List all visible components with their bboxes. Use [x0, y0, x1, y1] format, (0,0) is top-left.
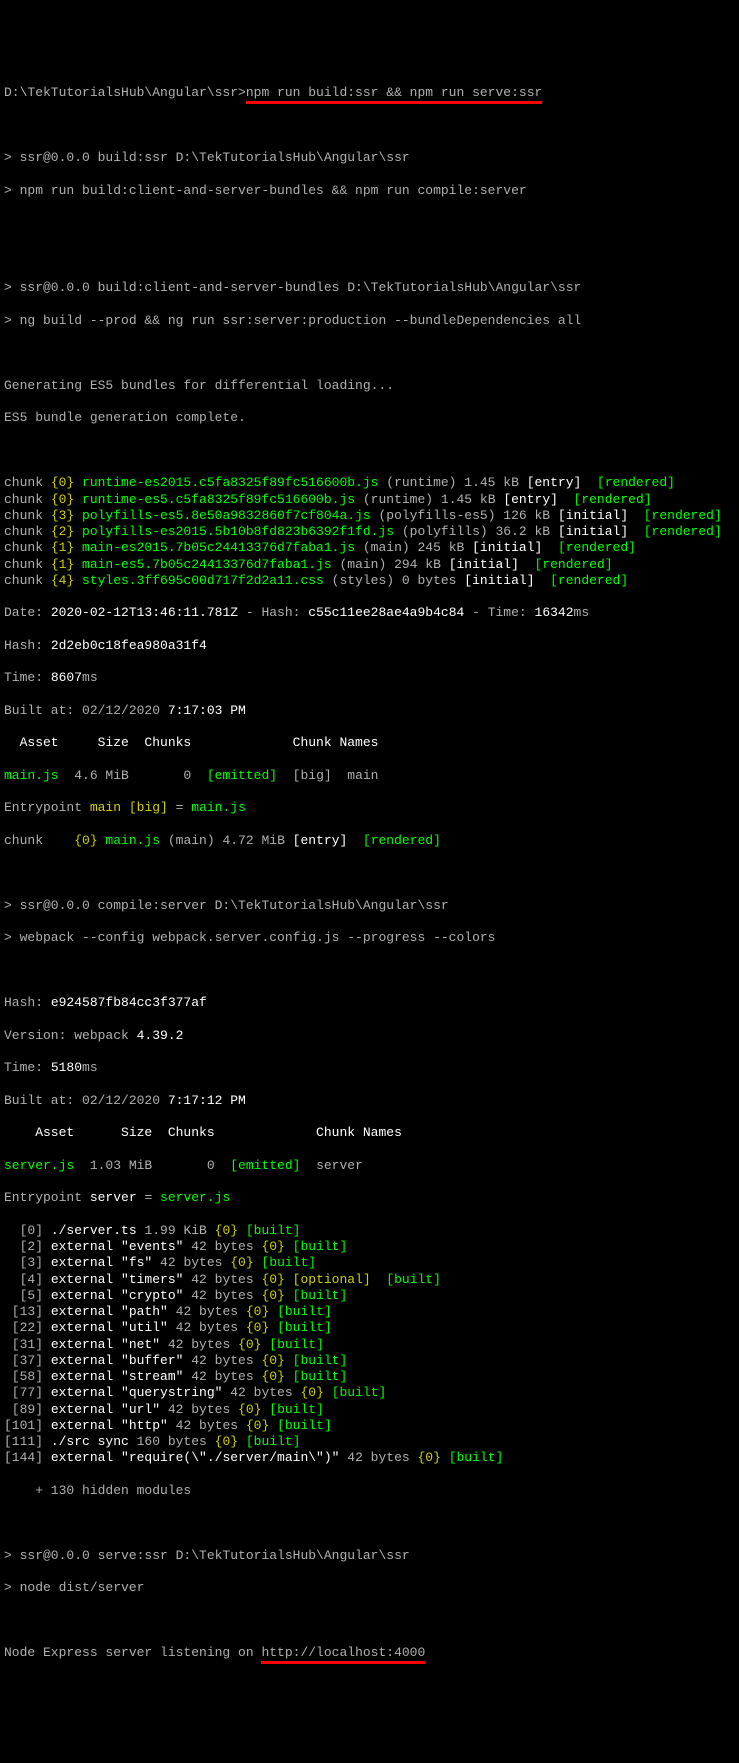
module-line: [58] external "stream" 42 bytes {0} [bui… — [4, 1369, 735, 1385]
hidden-modules: + 130 hidden modules — [4, 1483, 735, 1499]
terminal-output: D:\TekTutorialsHub\Angular\ssr>npm run b… — [4, 69, 735, 1678]
chunk-line: chunk {4} styles.3ff695c00d717f2d2a11.cs… — [4, 573, 735, 589]
date-line: Date: 2020-02-12T13:46:11.781Z - Hash: c… — [4, 605, 735, 621]
time-line: Time: 8607ms — [4, 670, 735, 686]
script-line: > ssr@0.0.0 build:client-and-server-bund… — [4, 280, 735, 296]
module-line: [144] external "require(\"./server/main\… — [4, 1450, 735, 1466]
entrypoint-line: Entrypoint main [big] = main.js — [4, 800, 735, 816]
table-header: Asset Size Chunks Chunk Names — [4, 1125, 735, 1141]
script-line: > ssr@0.0.0 compile:server D:\TekTutoria… — [4, 898, 735, 914]
entrypoint-line: Entrypoint server = server.js — [4, 1190, 735, 1206]
chunk-line: chunk {1} main-es2015.7b05c24413376d7fab… — [4, 540, 735, 556]
prompt-line: D:\TekTutorialsHub\Angular\ssr>npm run b… — [4, 85, 735, 101]
chunk-line: chunk {0} runtime-es5.c5fa8325f89fc51660… — [4, 492, 735, 508]
module-line: [77] external "querystring" 42 bytes {0}… — [4, 1385, 735, 1401]
gen-line: ES5 bundle generation complete. — [4, 410, 735, 426]
server-status: Node Express server listening on http://… — [4, 1645, 735, 1661]
asset-line: server.js 1.03 MiB 0 [emitted] server — [4, 1158, 735, 1174]
table-header: Asset Size Chunks Chunk Names — [4, 735, 735, 751]
script-line: > npm run build:client-and-server-bundle… — [4, 183, 735, 199]
script-line: > node dist/server — [4, 1580, 735, 1596]
asset-line: main.js 4.6 MiB 0 [emitted] [big] main — [4, 768, 735, 784]
built-line: Built at: 02/12/2020 7:17:03 PM — [4, 703, 735, 719]
script-line: > ng build --prod && ng run ssr:server:p… — [4, 313, 735, 329]
module-line: [5] external "crypto" 42 bytes {0} [buil… — [4, 1288, 735, 1304]
chunk-line: chunk {1} main-es5.7b05c24413376d7faba1.… — [4, 557, 735, 573]
module-line: [3] external "fs" 42 bytes {0} [built] — [4, 1255, 735, 1271]
script-line: > ssr@0.0.0 build:ssr D:\TekTutorialsHub… — [4, 150, 735, 166]
prompt-path: D:\TekTutorialsHub\Angular\ssr> — [4, 85, 246, 100]
module-line: [2] external "events" 42 bytes {0} [buil… — [4, 1239, 735, 1255]
chunks-list: chunk {0} runtime-es2015.c5fa8325f89fc51… — [4, 475, 735, 589]
module-line: [31] external "net" 42 bytes {0} [built] — [4, 1337, 735, 1353]
chunk-line: chunk {0} main.js (main) 4.72 MiB [entry… — [4, 833, 735, 849]
hash-line: Hash: 2d2eb0c18fea980a31f4 — [4, 638, 735, 654]
prompt-cmd: npm run build:ssr && npm run serve:ssr — [246, 85, 542, 104]
built-line: Built at: 02/12/2020 7:17:12 PM — [4, 1093, 735, 1109]
time-line: Time: 5180ms — [4, 1060, 735, 1076]
module-line: [0] ./server.ts 1.99 KiB {0} [built] — [4, 1223, 735, 1239]
server-url: http://localhost:4000 — [261, 1645, 425, 1664]
gen-line: Generating ES5 bundles for differential … — [4, 378, 735, 394]
module-line: [101] external "http" 42 bytes {0} [buil… — [4, 1418, 735, 1434]
script-line: > webpack --config webpack.server.config… — [4, 930, 735, 946]
module-line: [111] ./src sync 160 bytes {0} [built] — [4, 1434, 735, 1450]
hash-line: Hash: e924587fb84cc3f377af — [4, 995, 735, 1011]
script-line: > ssr@0.0.0 serve:ssr D:\TekTutorialsHub… — [4, 1548, 735, 1564]
chunk-line: chunk {0} runtime-es2015.c5fa8325f89fc51… — [4, 475, 735, 491]
version-line: Version: webpack 4.39.2 — [4, 1028, 735, 1044]
chunk-line: chunk {2} polyfills-es2015.5b10b8fd823b6… — [4, 524, 735, 540]
module-line: [22] external "util" 42 bytes {0} [built… — [4, 1320, 735, 1336]
chunk-line: chunk {3} polyfills-es5.8e50a9832860f7cf… — [4, 508, 735, 524]
module-line: [37] external "buffer" 42 bytes {0} [bui… — [4, 1353, 735, 1369]
modules-list: [0] ./server.ts 1.99 KiB {0} [built] [2]… — [4, 1223, 735, 1467]
module-line: [89] external "url" 42 bytes {0} [built] — [4, 1402, 735, 1418]
module-line: [4] external "timers" 42 bytes {0} [opti… — [4, 1272, 735, 1288]
module-line: [13] external "path" 42 bytes {0} [built… — [4, 1304, 735, 1320]
